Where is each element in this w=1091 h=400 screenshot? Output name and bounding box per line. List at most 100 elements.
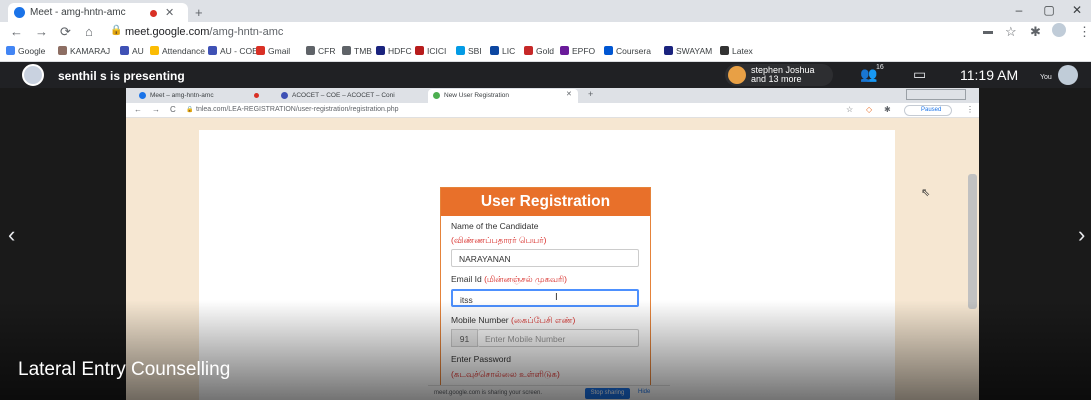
tab-close-icon[interactable]: ✕ (165, 6, 174, 19)
bookmark-item[interactable]: EPFO (560, 46, 595, 56)
share-status-text: meet.google.com is sharing your screen. (434, 390, 543, 396)
stop-sharing-button[interactable]: Stop sharing (585, 388, 630, 399)
bookmark-favicon-icon (524, 46, 533, 55)
inner-window-controls[interactable] (906, 89, 966, 100)
inner-url[interactable]: tnlea.com/LEA-REGISTRATION/user-registra… (196, 106, 399, 113)
cast-icon[interactable]: ▬ (983, 26, 993, 37)
bookmark-favicon-icon (415, 46, 424, 55)
participant-avatar (728, 66, 746, 84)
bookmark-item[interactable]: Latex (720, 46, 753, 56)
close-window-button[interactable]: ✕ (1063, 3, 1091, 17)
inner-address-bar: ← → C 🔒 tnlea.com/LEA-REGISTRATION/user-… (126, 103, 979, 118)
inner-reload-icon[interactable]: C (170, 105, 176, 114)
password-label: Enter Password (451, 354, 511, 364)
mobile-label: Mobile Number (கைப்பேசி எண்) (451, 315, 575, 327)
email-value: itss (460, 295, 473, 305)
outer-tab-bar: Meet - amg-hntn-amc ✕ + – ▢ ✕ (0, 0, 1091, 22)
new-tab-button[interactable]: + (195, 5, 203, 20)
email-label-en: Email Id (451, 274, 482, 284)
participant-chip[interactable]: stephen Joshua and 13 more (725, 64, 833, 86)
participant-text: stephen Joshua and 13 more (751, 66, 815, 84)
inner-back-icon[interactable]: ← (134, 105, 142, 114)
inner-lock-icon: 🔒 (186, 107, 194, 113)
tab-meet[interactable]: Meet - amg-hntn-amc (8, 3, 188, 22)
extension-icon[interactable]: ✱ (1030, 24, 1041, 40)
bookmark-item[interactable]: ICICI (415, 46, 446, 56)
bookmark-item[interactable]: AU (120, 46, 144, 56)
profile-avatar[interactable] (1052, 23, 1066, 37)
email-label-tamil: (மின்னஞ்சல் முகவரி) (484, 274, 567, 284)
inner-tab-close-icon[interactable]: ✕ (566, 90, 572, 98)
bookmark-item[interactable]: SBI (456, 46, 482, 56)
candidate-name-input[interactable]: NARAYANAN (451, 249, 639, 267)
text-cursor-icon: I (555, 292, 558, 303)
star-icon[interactable]: ☆ (1005, 24, 1017, 40)
country-code-prefix: 91 (451, 329, 478, 347)
bookmark-item[interactable]: Coursera (604, 46, 651, 56)
inner-new-tab-button[interactable]: + (588, 89, 593, 99)
minimize-button[interactable]: – (1005, 3, 1033, 17)
url-path: /amg-hntn-amc (209, 26, 284, 38)
inner-tab-registration[interactable]: New User Registration (428, 89, 578, 103)
bookmark-item[interactable]: CFR (306, 46, 335, 56)
bookmark-item[interactable]: Gold (524, 46, 554, 56)
bookmark-item[interactable]: KAMARAJ (58, 46, 110, 56)
inner-extension-icon[interactable]: ◇ (866, 105, 872, 114)
bookmark-favicon-icon (256, 46, 265, 55)
bookmark-item[interactable]: AU - COE (208, 46, 258, 56)
bookmark-item[interactable]: Google (6, 46, 45, 56)
inner-puzzle-icon[interactable]: ✱ (884, 105, 891, 114)
mobile-input[interactable]: Enter Mobile Number (478, 329, 639, 347)
inner-star-icon[interactable]: ☆ (846, 105, 853, 114)
bookmark-label: Coursera (616, 46, 651, 56)
inner-forward-icon[interactable]: → (152, 105, 160, 114)
bookmark-favicon-icon (720, 46, 729, 55)
bookmark-label: CFR (318, 46, 336, 56)
people-icon[interactable]: 👥 (860, 66, 877, 83)
bookmark-favicon-icon (306, 46, 315, 55)
inner-menu-icon[interactable]: ⋮ (966, 105, 974, 114)
paused-badge[interactable]: Paused (904, 105, 952, 116)
mouse-pointer-icon: ⇖ (921, 187, 931, 199)
back-icon[interactable]: ← (10, 24, 23, 39)
password-label-tamil: (கடவுச்சொல்லை உள்ளிடுக) (451, 369, 560, 379)
bookmark-favicon-icon (150, 46, 159, 55)
chevron-left-icon[interactable]: ‹ (8, 222, 15, 248)
home-icon[interactable]: ⌂ (85, 24, 93, 39)
url-host: meet.google.com (125, 26, 210, 38)
bookmark-favicon-icon (490, 46, 499, 55)
bookmark-item[interactable]: Gmail (256, 46, 290, 56)
lock-icon: 🔒 (110, 25, 123, 36)
form-title: User Registration (441, 188, 650, 216)
bookmark-label: Latex (732, 46, 753, 56)
maximize-button[interactable]: ▢ (1035, 3, 1063, 17)
recording-dot-icon (150, 10, 157, 17)
inner-tab-label: New User Registration (444, 92, 510, 99)
outer-url[interactable]: meet.google.com/amg-hntn-amc (125, 26, 283, 38)
mobile-placeholder: Enter Mobile Number (485, 334, 566, 344)
bookmark-label: SWAYAM (676, 46, 713, 56)
inner-tab-label: Meet – amg-hntn-amc (150, 92, 214, 99)
meeting-clock: 11:19 AM (960, 67, 1019, 83)
bookmark-item[interactable]: HDFC (376, 46, 412, 56)
paused-label: Paused (921, 107, 942, 113)
bookmark-item[interactable]: Attendance (150, 46, 205, 56)
chevron-right-icon[interactable]: › (1078, 222, 1085, 248)
page-scrollbar[interactable] (968, 174, 977, 309)
reload-icon[interactable]: ⟳ (60, 24, 71, 40)
bookmark-favicon-icon (376, 46, 385, 55)
hide-button[interactable]: Hide (638, 389, 650, 395)
bookmark-item[interactable]: SWAYAM (664, 46, 712, 56)
bookmark-favicon-icon (58, 46, 67, 55)
chat-icon[interactable]: ▭ (913, 66, 926, 83)
email-input[interactable]: itss (451, 289, 639, 307)
inner-tab-acocet[interactable]: ACOCET – COE – ACOCET – Coni (276, 89, 426, 103)
name-label-tamil: (விண்ணப்பதாரர் பெயர்) (451, 235, 547, 245)
bookmark-label: Gmail (268, 46, 291, 56)
menu-kebab-icon[interactable]: ⋮ (1078, 24, 1091, 40)
bookmark-item[interactable]: TMB (342, 46, 372, 56)
forward-icon[interactable]: → (35, 24, 48, 39)
inner-tab-meet[interactable]: Meet – amg-hntn-amc (134, 89, 274, 103)
bookmark-item[interactable]: LIC (490, 46, 515, 56)
inner-tab-bar: Meet – amg-hntn-amc ACOCET – COE – ACOCE… (126, 88, 979, 103)
